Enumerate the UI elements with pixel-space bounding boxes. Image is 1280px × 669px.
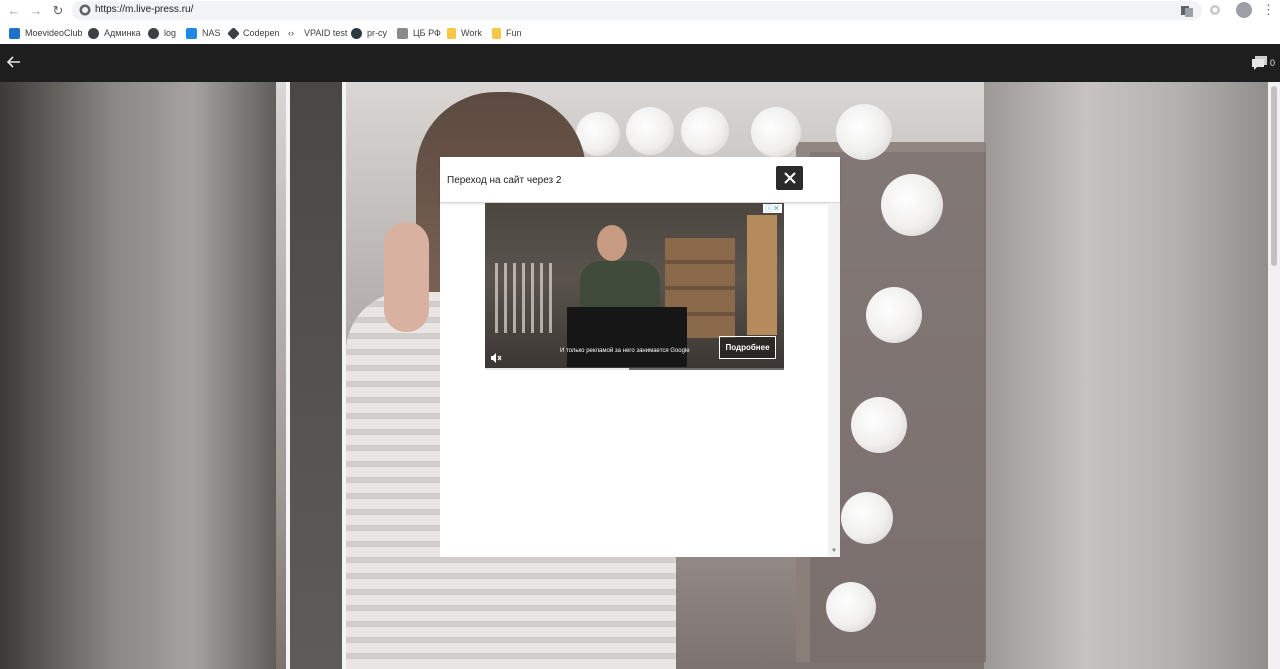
bookmark-label: log: [164, 28, 177, 38]
globe-icon: [148, 27, 159, 39]
scroll-down-icon[interactable]: ▼: [830, 547, 838, 555]
back-arrow-icon[interactable]: [6, 54, 22, 70]
modal-scrollbar[interactable]: ▼: [828, 203, 840, 557]
bookmark-vpaid-test[interactable]: ‹› VPAID test: [288, 26, 347, 40]
comments-counter[interactable]: 0: [1252, 55, 1280, 71]
bookmark-folder-fun[interactable]: Fun: [492, 26, 522, 40]
ad-stairs: [495, 263, 555, 333]
close-icon: [783, 172, 796, 184]
photo-shelf: [286, 82, 346, 669]
photo-bulb: [851, 397, 907, 453]
comments-icon: [1252, 56, 1267, 70]
bookmark-label: Fun: [506, 28, 522, 38]
bookmark-codepen[interactable]: Codepen: [227, 26, 280, 40]
extension-icon[interactable]: [1208, 3, 1222, 17]
globe-icon: [88, 27, 99, 39]
photo-bulb: [836, 104, 892, 160]
ad-progress-fill: [485, 368, 629, 370]
folder-icon: [447, 27, 456, 39]
bookmark-label: Work: [461, 28, 482, 38]
ad-person-head: [597, 225, 627, 261]
photo-bulb: [681, 107, 729, 155]
bookmarks-bar: MoevideoClub Админка log NAS Codepen ‹› …: [0, 22, 1280, 44]
nas-icon: [186, 27, 197, 39]
bookmark-adminka[interactable]: Админка: [88, 26, 141, 40]
bookmark-label: Codepen: [243, 28, 280, 38]
folder-icon: [492, 27, 501, 39]
bookmark-label: MoevideoClub: [25, 28, 83, 38]
modal-title: Переход на сайт через 2: [447, 175, 562, 186]
bookmark-label: VPAID test: [304, 28, 348, 38]
modal-header: Переход на сайт через 2: [440, 157, 840, 203]
ad-person-body: [580, 261, 660, 311]
mute-icon[interactable]: [490, 352, 502, 364]
bookmark-moevideoclub[interactable]: MoevideoClub: [9, 26, 83, 40]
redirect-modal: Переход на сайт через 2 ⓘ✕ И только рекл…: [440, 157, 840, 557]
reload-icon[interactable]: ↻: [50, 3, 66, 19]
site-info-icon[interactable]: [79, 4, 91, 16]
page-scrollbar[interactable]: [1268, 82, 1280, 669]
adchoices-icon[interactable]: ⓘ✕: [763, 204, 782, 213]
bookmark-label: Админка: [104, 28, 141, 38]
video-ad[interactable]: ⓘ✕ И только рекламой за него занимается …: [485, 203, 784, 370]
browser-nav-row: ← → ↻ https://m.live-press.ru/ ⋮: [0, 0, 1280, 22]
photo-bulb: [626, 107, 674, 155]
photo-bulb: [866, 287, 922, 343]
address-url: https://m.live-press.ru/: [95, 4, 194, 15]
photo-bulb: [881, 174, 943, 236]
ad-caption: И только рекламой за него занимается Goo…: [560, 348, 690, 354]
pr-cy-icon: [351, 27, 362, 39]
site-header: 0: [0, 44, 1280, 82]
eagle-emblem-icon: [397, 27, 408, 39]
learn-more-button[interactable]: Подробнее: [719, 336, 776, 359]
browser-menu-icon[interactable]: ⋮: [1262, 2, 1275, 18]
bookmark-label: NAS: [202, 28, 221, 38]
photo-blur-left: [0, 82, 276, 669]
photo-blur-right: [984, 82, 1280, 669]
page-scrollbar-thumb[interactable]: [1271, 86, 1277, 266]
bookmark-cbrf[interactable]: ЦБ РФ: [397, 26, 441, 40]
moevideoclub-icon: [9, 27, 20, 39]
photo-bulb: [751, 107, 801, 157]
ad-progress-bar: [485, 368, 784, 370]
browser-chrome: ← → ↻ https://m.live-press.ru/ ⋮ Moevide…: [0, 0, 1280, 44]
close-button[interactable]: [776, 166, 803, 190]
photo-bulb: [826, 582, 876, 632]
ad-laptop: [567, 307, 687, 367]
ad-board: [747, 215, 777, 335]
bookmark-pr-cy[interactable]: pr-cy: [351, 26, 387, 40]
profile-avatar[interactable]: [1236, 2, 1252, 18]
bookmark-nas[interactable]: NAS: [186, 26, 221, 40]
photo-bulb: [841, 492, 893, 544]
photo-hand: [384, 222, 429, 332]
translate-icon[interactable]: [1180, 4, 1194, 18]
modal-body: ⓘ✕ И только рекламой за него занимается …: [440, 203, 840, 557]
bookmark-label: pr-cy: [367, 28, 387, 38]
bookmark-log[interactable]: log: [148, 26, 176, 40]
address-bar[interactable]: https://m.live-press.ru/: [72, 1, 1202, 20]
bookmark-label: ЦБ РФ: [413, 28, 441, 38]
codepen-icon: [227, 26, 240, 40]
browser-back-icon[interactable]: ←: [6, 3, 22, 19]
bookmark-folder-work[interactable]: Work: [447, 26, 482, 40]
comments-count: 0: [1270, 58, 1276, 68]
code-icon: ‹›: [288, 27, 294, 38]
browser-forward-icon[interactable]: →: [28, 3, 44, 19]
